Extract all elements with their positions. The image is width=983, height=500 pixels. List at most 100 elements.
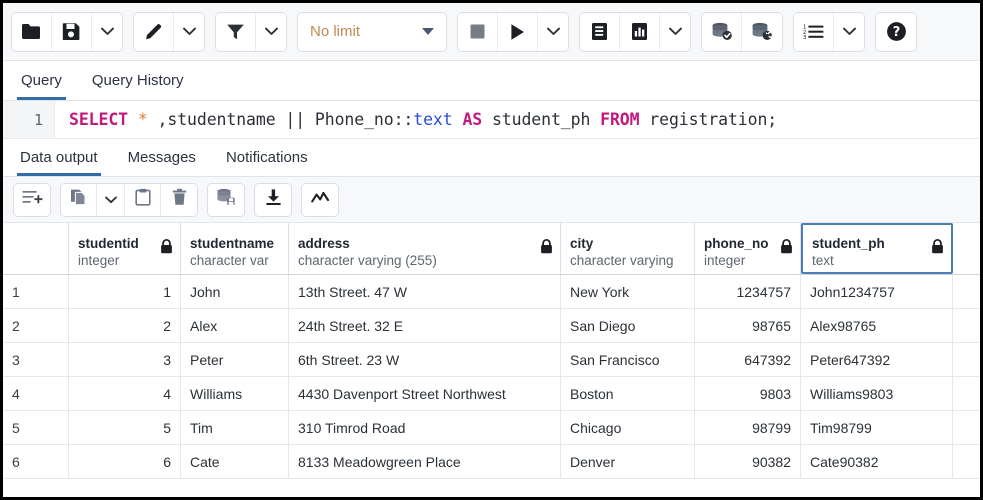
cell-address[interactable]: 6th Street. 23 W xyxy=(289,343,561,376)
clipboard-icon xyxy=(135,188,151,211)
table-row[interactable]: 44Williams4430 Davenport Street Northwes… xyxy=(3,377,980,411)
data-output-grid: studentidintegerstudentnamecharacter var… xyxy=(3,223,980,479)
play-icon xyxy=(509,23,526,41)
column-header-student_ph[interactable]: student_phtext xyxy=(801,223,953,274)
copy-button[interactable] xyxy=(61,184,97,216)
sql-token: , xyxy=(148,110,168,129)
graph-visualiser-button[interactable] xyxy=(302,184,338,216)
column-name: city xyxy=(570,235,686,252)
explain-analyze-button[interactable] xyxy=(620,13,660,51)
macros-dropdown[interactable] xyxy=(834,13,864,51)
copy-options-dropdown[interactable] xyxy=(97,184,125,216)
cell-city[interactable]: San Diego xyxy=(561,309,695,342)
cell-student_ph[interactable]: John1234757 xyxy=(801,275,953,308)
execute-button[interactable] xyxy=(498,13,538,51)
svg-text:?: ? xyxy=(892,25,900,40)
cell-address[interactable]: 13th Street. 47 W xyxy=(289,275,561,308)
rollback-button[interactable] xyxy=(742,13,782,51)
cell-studentname[interactable]: Williams xyxy=(181,377,289,410)
grid-corner-header xyxy=(3,223,69,274)
cell-studentname[interactable]: John xyxy=(181,275,289,308)
table-row[interactable]: 66Cate8133 Meadowgreen PlaceDenver90382C… xyxy=(3,445,980,479)
cell-address[interactable]: 24th Street. 32 E xyxy=(289,309,561,342)
sql-query-text[interactable]: SELECT * ,studentname || Phone_no::text … xyxy=(55,110,777,129)
cell-student_ph[interactable]: Tim98799 xyxy=(801,411,953,444)
stop-button[interactable] xyxy=(458,13,498,51)
cell-phone_no[interactable]: 1234757 xyxy=(695,275,801,308)
column-header-city[interactable]: citycharacter varying xyxy=(561,223,695,274)
cell-studentname[interactable]: Cate xyxy=(181,445,289,478)
svg-text:3: 3 xyxy=(803,35,806,40)
add-rows-icon xyxy=(22,189,43,210)
cell-studentid[interactable]: 4 xyxy=(69,377,181,410)
cell-studentid[interactable]: 5 xyxy=(69,411,181,444)
table-row[interactable]: 22Alex24th Street. 32 ESan Diego98765Ale… xyxy=(3,309,980,343)
explain-button[interactable] xyxy=(580,13,620,51)
tab-query[interactable]: Query xyxy=(17,66,66,100)
cell-phone_no[interactable]: 9803 xyxy=(695,377,801,410)
paste-button[interactable] xyxy=(125,184,161,216)
edit-button[interactable] xyxy=(134,13,174,51)
tab-notifications[interactable]: Notifications xyxy=(223,144,311,176)
commit-button[interactable] xyxy=(702,13,742,51)
cell-city[interactable]: Chicago xyxy=(561,411,695,444)
cell-studentname[interactable]: Alex xyxy=(181,309,289,342)
cell-studentid[interactable]: 2 xyxy=(69,309,181,342)
column-header-studentname[interactable]: studentnamecharacter var xyxy=(181,223,289,274)
delete-row-button[interactable] xyxy=(161,184,197,216)
tab-notifications-label: Notifications xyxy=(226,149,308,166)
edit-options-dropdown[interactable] xyxy=(174,13,204,51)
tab-messages[interactable]: Messages xyxy=(125,144,199,176)
cell-address[interactable]: 8133 Meadowgreen Place xyxy=(289,445,561,478)
cell-student_ph[interactable]: Williams9803 xyxy=(801,377,953,410)
cell-phone_no[interactable]: 98765 xyxy=(695,309,801,342)
cell-studentid[interactable]: 3 xyxy=(69,343,181,376)
open-file-button[interactable] xyxy=(12,13,52,51)
cell-phone_no[interactable]: 98799 xyxy=(695,411,801,444)
help-button[interactable]: ? xyxy=(876,13,916,51)
filter-button[interactable] xyxy=(216,13,256,51)
stop-square-icon xyxy=(469,23,486,40)
column-header-address[interactable]: addresscharacter varying (255) xyxy=(289,223,561,274)
cell-studentid[interactable]: 1 xyxy=(69,275,181,308)
save-options-dropdown[interactable] xyxy=(92,13,122,51)
column-header-studentid[interactable]: studentidinteger xyxy=(69,223,181,274)
cell-studentname[interactable]: Peter xyxy=(181,343,289,376)
cell-studentname[interactable]: Tim xyxy=(181,411,289,444)
column-header-phone_no[interactable]: phone_nointeger xyxy=(695,223,801,274)
download-csv-button[interactable] xyxy=(255,184,291,216)
cell-address[interactable]: 4430 Davenport Street Northwest xyxy=(289,377,561,410)
row-limit-select[interactable]: No limit xyxy=(297,12,447,52)
explain-options-dropdown[interactable] xyxy=(660,13,690,51)
tab-data-output[interactable]: Data output xyxy=(17,144,101,176)
cell-city[interactable]: Denver xyxy=(561,445,695,478)
cell-student_ph[interactable]: Peter647392 xyxy=(801,343,953,376)
cell-student_ph[interactable]: Cate90382 xyxy=(801,445,953,478)
cell-city[interactable]: San Francisco xyxy=(561,343,695,376)
cell-phone_no[interactable]: 90382 xyxy=(695,445,801,478)
column-name: phone_no xyxy=(704,235,792,252)
tab-query-history[interactable]: Query History xyxy=(88,66,188,100)
sql-editor[interactable]: 1 SELECT * ,studentname || Phone_no::tex… xyxy=(3,101,980,139)
cell-address[interactable]: 310 Timrod Road xyxy=(289,411,561,444)
table-row[interactable]: 55Tim310 Timrod RoadChicago98799Tim98799 xyxy=(3,411,980,445)
table-row[interactable]: 11John13th Street. 47 WNew York1234757Jo… xyxy=(3,275,980,309)
copy-icon xyxy=(70,188,88,211)
macros-button[interactable]: 1 2 3 xyxy=(794,13,834,51)
execute-options-dropdown[interactable] xyxy=(538,13,568,51)
sql-token: SELECT xyxy=(69,110,128,129)
save-data-changes-button[interactable] xyxy=(208,184,244,216)
pencil-icon xyxy=(144,22,163,41)
cell-city[interactable]: New York xyxy=(561,275,695,308)
cell-student_ph[interactable]: Alex98765 xyxy=(801,309,953,342)
cell-studentid[interactable]: 6 xyxy=(69,445,181,478)
grid-header-row: studentidintegerstudentnamecharacter var… xyxy=(3,223,980,275)
sql-token: student_ph xyxy=(482,110,600,129)
add-row-button[interactable] xyxy=(14,184,50,216)
table-row[interactable]: 33Peter6th Street. 23 WSan Francisco6473… xyxy=(3,343,980,377)
cell-city[interactable]: Boston xyxy=(561,377,695,410)
cell-phone_no[interactable]: 647392 xyxy=(695,343,801,376)
save-file-button[interactable] xyxy=(52,13,92,51)
filter-options-dropdown[interactable] xyxy=(256,13,286,51)
tab-data-output-label: Data output xyxy=(20,149,98,166)
